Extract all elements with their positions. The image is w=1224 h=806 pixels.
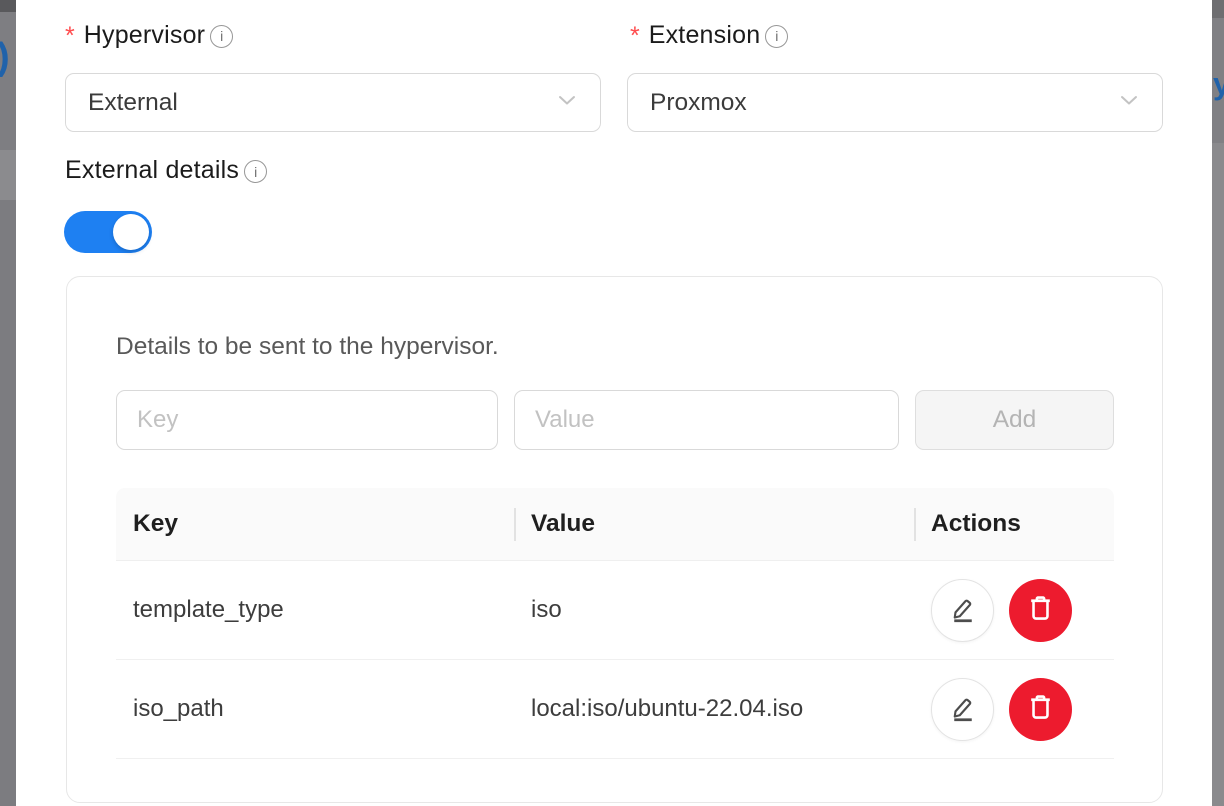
key-input[interactable] [116, 390, 498, 450]
trash-icon [1025, 593, 1056, 627]
required-asterisk: * [65, 22, 75, 51]
row-key-cell: iso_path [116, 695, 514, 723]
pencil-icon [948, 594, 978, 627]
background-right-strip: ys [1212, 0, 1224, 806]
row-value-cell: local:iso/ubuntu-22.04.iso [514, 695, 914, 723]
delete-button[interactable] [1009, 678, 1072, 741]
background-left-strip: ) [0, 0, 16, 806]
row-key-cell: template_type [116, 596, 514, 624]
external-details-label: External details [65, 156, 239, 185]
background-segment [1212, 0, 1224, 18]
table-row: template_type iso [116, 561, 1114, 660]
background-text-fragment: ys [1213, 66, 1224, 102]
background-text-fragment: ) [0, 36, 10, 79]
row-actions-cell [914, 678, 1114, 741]
trash-icon [1025, 692, 1056, 726]
hypervisor-select-value: External [88, 89, 554, 117]
panel-description: Details to be sent to the hypervisor. [116, 333, 499, 361]
background-segment [0, 0, 16, 12]
extension-select-value: Proxmox [650, 89, 1116, 117]
external-details-label-row: External details i [65, 156, 267, 185]
row-actions-cell [914, 579, 1114, 642]
hypervisor-label-row: * Hypervisor i [65, 19, 233, 51]
key-value-controls: Add [116, 390, 1114, 450]
row-value-cell: iso [514, 596, 914, 624]
chevron-down-icon [554, 87, 580, 118]
required-asterisk: * [630, 22, 640, 51]
modal-screen: ) ys * Hypervisor i External * Extension… [0, 0, 1224, 806]
edit-button[interactable] [931, 678, 994, 741]
details-table: Key Value Actions template_type iso [116, 488, 1114, 759]
external-details-toggle[interactable] [64, 211, 152, 253]
external-details-panel: Details to be sent to the hypervisor. Ad… [66, 276, 1163, 803]
chevron-down-icon [1116, 87, 1142, 118]
hypervisor-select[interactable]: External [65, 73, 601, 132]
info-icon[interactable]: i [210, 25, 233, 48]
info-icon[interactable]: i [244, 160, 267, 183]
pencil-icon [948, 693, 978, 726]
header-value: Value [514, 488, 914, 560]
value-input[interactable] [514, 390, 899, 450]
extension-label: Extension [649, 21, 761, 50]
header-key: Key [116, 488, 514, 560]
extension-select[interactable]: Proxmox [627, 73, 1163, 132]
background-segment [0, 200, 16, 806]
background-segment [0, 150, 16, 200]
add-button[interactable]: Add [915, 390, 1114, 450]
hypervisor-label: Hypervisor [84, 21, 205, 50]
delete-button[interactable] [1009, 579, 1072, 642]
table-row: iso_path local:iso/ubuntu-22.04.iso [116, 660, 1114, 759]
info-icon[interactable]: i [765, 25, 788, 48]
header-actions: Actions [914, 488, 1114, 560]
table-header-row: Key Value Actions [116, 488, 1114, 561]
background-segment [0, 12, 16, 150]
extension-label-row: * Extension i [630, 19, 788, 51]
background-segment [1212, 143, 1224, 806]
toggle-knob [113, 214, 149, 250]
edit-button[interactable] [931, 579, 994, 642]
